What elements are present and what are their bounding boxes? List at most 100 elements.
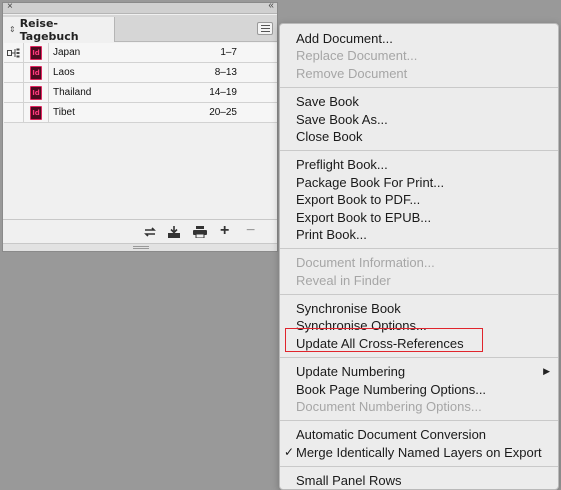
menu-item-label: Update Numbering: [296, 364, 406, 380]
indesign-doc-icon: Id: [30, 66, 42, 80]
document-name: Japan: [53, 47, 81, 58]
panel-footer: + −: [3, 219, 277, 243]
menu-item-label: Save Book As...: [296, 111, 388, 127]
menu-item-label: Print Book...: [296, 226, 367, 242]
menu-item-label: Add Document...: [296, 31, 393, 46]
book-panel: × ‹‹ ⇕ Reise-Tagebuch Id Japan 1–7 Id La…: [2, 0, 278, 252]
menu-item-save-book[interactable]: Save Book: [280, 93, 558, 110]
menu-item-label: Reveal in Finder: [296, 272, 391, 288]
menu-separator: [280, 294, 558, 296]
menu-item-update-numbering[interactable]: Update Numbering ▶: [280, 363, 558, 380]
menu-item-label: Remove Document: [296, 65, 408, 81]
menu-item-label: Replace Document...: [296, 48, 418, 64]
menu-item-export-book-to-epub[interactable]: Export Book to EPUB...: [280, 209, 558, 226]
menu-item-label: Preflight Book...: [296, 157, 388, 173]
save-book-icon[interactable]: [167, 226, 181, 238]
grip-icon: [133, 246, 149, 249]
panel-tabstrip: ⇕ Reise-Tagebuch: [3, 15, 277, 43]
style-source-icon: [7, 48, 20, 58]
menu-item-label: Close Book: [296, 128, 363, 144]
menu-separator: [280, 87, 558, 89]
sync-source-cell[interactable]: [4, 43, 24, 62]
panel-resize-handle[interactable]: [3, 243, 277, 251]
add-document-icon[interactable]: +: [220, 222, 234, 239]
checkmark-icon: ✓: [284, 444, 295, 459]
menu-item-label: Document Information...: [296, 255, 435, 271]
menu-item-export-book-to-pdf[interactable]: Export Book to PDF...: [280, 191, 558, 208]
menu-item-remove-document[interactable]: Remove Document: [280, 65, 558, 82]
menu-item-update-all-cross-references[interactable]: Update All Cross-References: [280, 335, 558, 352]
menu-item-synchronise-options[interactable]: Synchronise Options...: [280, 317, 558, 334]
tab-reorder-icon: ⇕: [9, 24, 16, 34]
menu-separator: [280, 150, 558, 152]
document-name: Tibet: [53, 107, 75, 118]
menu-separator: [280, 357, 558, 359]
column-divider: [48, 63, 49, 82]
document-page-range: 14–19: [209, 87, 237, 98]
menu-item-close-book[interactable]: Close Book: [280, 128, 558, 145]
column-divider: [48, 103, 49, 122]
panel-menu-button[interactable]: [257, 22, 273, 35]
menu-item-add-document[interactable]: Add Document...: [280, 30, 558, 47]
column-divider: [48, 43, 49, 62]
indesign-doc-icon: Id: [30, 46, 42, 60]
menu-item-package-book-for-print[interactable]: Package Book For Print...: [280, 174, 558, 191]
indesign-doc-icon: Id: [30, 86, 42, 100]
panel-title-bar: × ‹‹: [3, 0, 277, 14]
synchronize-icon[interactable]: [143, 226, 157, 238]
menu-item-label: Export Book to EPUB...: [296, 209, 432, 225]
menu-item-label: Book Page Numbering Options...: [296, 381, 487, 397]
menu-item-merge-identically-named-layers-on-export[interactable]: ✓ Merge Identically Named Layers on Expor…: [280, 444, 558, 461]
document-row[interactable]: Id Laos 8–13: [4, 63, 277, 83]
menu-item-label: Synchronise Book: [296, 301, 401, 317]
book-panel-flyout-menu: Add Document... Replace Document... Remove…: [279, 23, 559, 490]
tab-reise-tagebuch[interactable]: ⇕ Reise-Tagebuch: [3, 16, 115, 43]
menu-item-label: Document Numbering Options...: [296, 399, 482, 415]
menu-item-label: Export Book to PDF...: [296, 192, 421, 208]
sync-source-cell[interactable]: [4, 83, 24, 102]
menu-lines-icon: [260, 28, 270, 29]
document-page-range: 8–13: [214, 67, 237, 78]
document-list: Id Japan 1–7 Id Laos 8–13 Id Thailand 14…: [4, 43, 277, 123]
menu-separator: [280, 420, 558, 422]
document-page-range: 20–25: [209, 107, 237, 118]
document-name: Thailand: [53, 87, 92, 98]
menu-item-print-book[interactable]: Print Book...: [280, 226, 558, 243]
menu-item-label: Update All Cross-References: [296, 335, 464, 351]
sync-source-cell[interactable]: [4, 63, 24, 82]
menu-item-replace-document[interactable]: Replace Document...: [280, 47, 558, 64]
menu-item-label: Automatic Document Conversion: [296, 427, 487, 443]
menu-item-small-panel-rows[interactable]: Small Panel Rows: [280, 472, 558, 489]
document-page-range: 1–7: [220, 47, 237, 58]
menu-item-label: Synchronise Options...: [296, 318, 427, 334]
book-title: Reise-Tagebuch: [19, 16, 79, 43]
submenu-arrow-icon: ▶: [543, 366, 550, 377]
menu-item-automatic-document-conversion[interactable]: Automatic Document Conversion: [280, 426, 558, 443]
document-row[interactable]: Id Japan 1–7: [4, 43, 277, 63]
menu-separator: [280, 466, 558, 468]
menu-item-label: Save Book: [296, 94, 359, 110]
menu-item-document-numbering-options[interactable]: Document Numbering Options...: [280, 398, 558, 415]
menu-item-book-page-numbering-options[interactable]: Book Page Numbering Options...: [280, 381, 558, 398]
remove-document-icon[interactable]: −: [246, 222, 260, 239]
menu-item-synchronise-book[interactable]: Synchronise Book: [280, 300, 558, 317]
column-divider: [48, 83, 49, 102]
menu-separator: [280, 248, 558, 250]
menu-item-label: Package Book For Print...: [296, 174, 445, 190]
document-name: Laos: [53, 67, 75, 78]
collapse-panel-icon[interactable]: ‹‹: [268, 0, 274, 11]
indesign-doc-icon: Id: [30, 106, 42, 120]
menu-item-label: Merge Identically Named Layers on Export: [296, 444, 542, 460]
document-row[interactable]: Id Tibet 20–25: [4, 103, 277, 123]
sync-source-cell[interactable]: [4, 103, 24, 122]
menu-item-document-information[interactable]: Document Information...: [280, 254, 558, 271]
menu-lines-icon: [260, 31, 270, 32]
menu-lines-icon: [260, 25, 270, 26]
close-icon[interactable]: ×: [7, 1, 13, 12]
print-book-icon[interactable]: [193, 226, 207, 238]
document-row[interactable]: Id Thailand 14–19: [4, 83, 277, 103]
menu-item-save-book-as[interactable]: Save Book As...: [280, 111, 558, 128]
menu-item-preflight-book[interactable]: Preflight Book...: [280, 156, 558, 173]
menu-item-reveal-in-finder[interactable]: Reveal in Finder: [280, 272, 558, 289]
menu-item-label: Small Panel Rows: [296, 473, 402, 489]
